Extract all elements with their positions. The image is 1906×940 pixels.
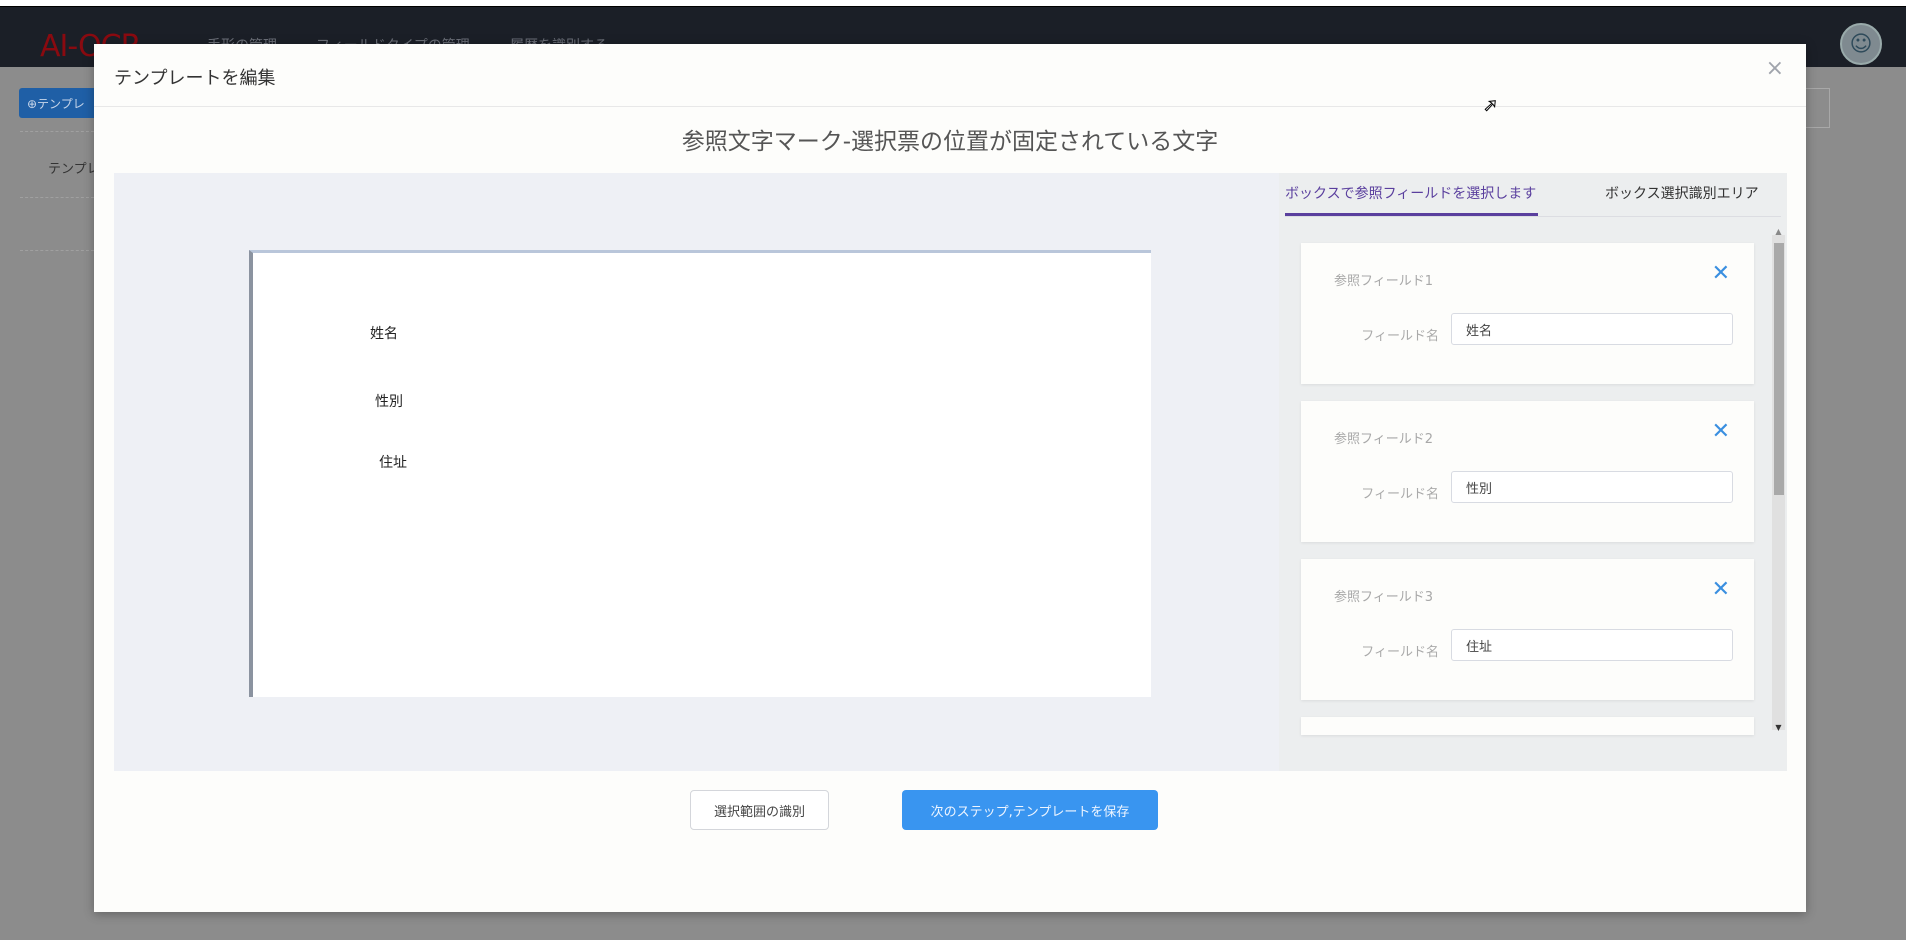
reference-field-card: [1301, 717, 1754, 735]
divider: [94, 106, 1806, 107]
close-icon[interactable]: ✕: [1712, 577, 1730, 602]
page-title: 参照文字マーク-選択票の位置が固定されている文字: [94, 122, 1806, 156]
identify-selection-button[interactable]: 選択範囲の識別: [690, 790, 829, 830]
document-text: 住址: [379, 452, 407, 472]
mouse-cursor-icon: ➚: [1483, 95, 1498, 116]
document-canvas[interactable]: 姓名 性別 住址: [249, 250, 1151, 697]
avatar[interactable]: ☺: [1840, 23, 1882, 65]
card-title: 参照フィールド2: [1334, 428, 1433, 447]
document-text: 姓名: [370, 323, 398, 343]
user-icon: ☺: [1850, 32, 1873, 57]
field-name-label: フィールド名: [1301, 325, 1439, 344]
modal-title: テンプレートを編集: [114, 64, 275, 90]
close-icon[interactable]: ✕: [1712, 261, 1730, 286]
edit-template-modal: テンプレートを編集 × 参照文字マーク-選択票の位置が固定されている文字 姓名 …: [94, 44, 1806, 912]
field-name-input[interactable]: [1451, 471, 1733, 503]
reference-field-card: 参照フィールド3 ✕ フィールド名: [1301, 559, 1754, 700]
card-title: 参照フィールド1: [1334, 270, 1433, 289]
top-strip: [0, 0, 1906, 7]
scrollbar-thumb[interactable]: [1774, 243, 1784, 495]
save-template-button[interactable]: 次のステップ,テンプレートを保存: [902, 790, 1158, 830]
tab-select-reference-fields[interactable]: ボックスで参照フィールドを選択します: [1285, 183, 1538, 216]
scrollbar[interactable]: ▲ ▼: [1772, 235, 1785, 730]
scroll-up-icon[interactable]: ▲: [1772, 227, 1785, 236]
card-title: 参照フィールド3: [1334, 586, 1433, 605]
background-input: [1806, 88, 1830, 128]
close-icon[interactable]: ✕: [1712, 419, 1730, 444]
reference-field-card: 参照フィールド2 ✕ フィールド名: [1301, 401, 1754, 542]
scroll-down-icon[interactable]: ▼: [1772, 723, 1785, 732]
divider: [1285, 216, 1781, 217]
field-name-label: フィールド名: [1301, 641, 1439, 660]
divider: [20, 131, 94, 132]
close-icon[interactable]: ×: [1766, 56, 1784, 81]
table-header: テンプレ: [48, 158, 100, 177]
reference-field-card: 参照フィールド1 ✕ フィールド名: [1301, 243, 1754, 384]
divider: [20, 197, 94, 198]
field-name-input[interactable]: [1451, 313, 1733, 345]
divider: [20, 250, 94, 251]
field-name-label: フィールド名: [1301, 483, 1439, 502]
document-text: 性別: [375, 391, 403, 411]
tab-recognition-area[interactable]: ボックス選択識別エリア: [1605, 183, 1759, 213]
editor-area: 姓名 性別 住址 ボックスで参照フィールドを選択します ボックス選択識別エリア …: [114, 173, 1787, 771]
field-panel: ボックスで参照フィールドを選択します ボックス選択識別エリア 参照フィールド1 …: [1279, 173, 1787, 771]
field-name-input[interactable]: [1451, 629, 1733, 661]
